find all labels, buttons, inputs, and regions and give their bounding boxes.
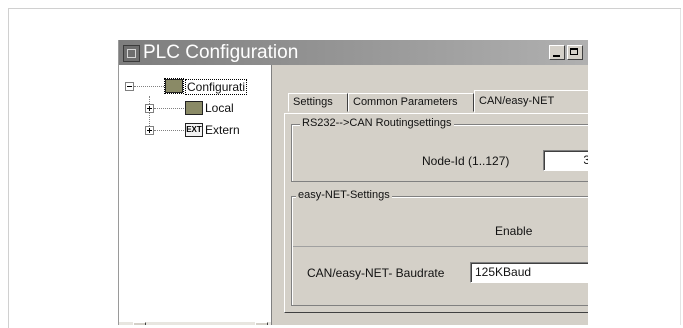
title-bar[interactable]: PLC Configuration: [119, 40, 588, 65]
properties-pane: Settings Common Parameters CAN/easy-NET …: [272, 65, 588, 325]
divider: [293, 246, 588, 247]
group-legend: RS232-->CAN Routingsettings: [300, 117, 454, 129]
collapse-icon[interactable]: [125, 82, 134, 91]
tree-item-extern[interactable]: EXT Extern: [119, 122, 271, 140]
tree-item-configuration[interactable]: Configurati: [119, 78, 271, 96]
module-icon: [185, 101, 203, 115]
module-icon: [164, 78, 184, 94]
easy-net-settings-group: easy-NET-Settings: [291, 189, 588, 306]
ext-icon: EXT: [185, 123, 203, 137]
configuration-tree[interactable]: Configurati Local EXT Extern ◀ ▶: [119, 65, 272, 325]
plc-configuration-window: PLC Configuration Configurati Local EXT …: [118, 40, 588, 325]
minimize-icon: [553, 55, 560, 57]
tree-item-label: Extern: [205, 123, 240, 137]
tab-can-easy-net[interactable]: CAN/easy-NET: [474, 90, 588, 113]
maximize-button[interactable]: [567, 45, 583, 60]
expand-icon[interactable]: [145, 126, 154, 135]
enable-label: Enable: [495, 224, 533, 238]
window-title: PLC Configuration: [143, 42, 299, 63]
tab-content: RS232-->CAN Routingsettings Node-Id (1..…: [284, 113, 588, 313]
node-id-field[interactable]: 3: [543, 150, 588, 171]
expand-icon[interactable]: [145, 104, 154, 113]
maximize-icon: [570, 48, 578, 55]
node-id-label: Node-Id (1..127): [422, 154, 510, 168]
tree-item-label: Local: [205, 101, 234, 115]
tree-item-label: Configurati: [185, 79, 248, 95]
baudrate-select[interactable]: 125KBaud: [470, 262, 588, 283]
figure-edge: [680, 9, 681, 325]
baudrate-label: CAN/easy-NET- Baudrate: [307, 266, 445, 280]
tab-common-parameters[interactable]: Common Parameters: [348, 93, 474, 112]
group-legend: easy-NET-Settings: [296, 189, 392, 201]
tree-item-local[interactable]: Local: [119, 100, 271, 118]
minimize-button[interactable]: [549, 45, 565, 60]
tab-settings[interactable]: Settings: [288, 93, 348, 112]
app-icon: [123, 45, 140, 62]
